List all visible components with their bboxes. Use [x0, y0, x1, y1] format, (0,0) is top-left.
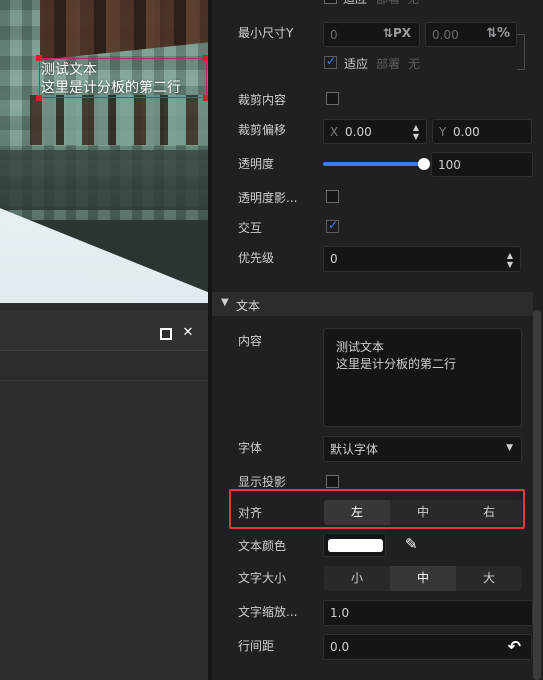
- align-highlight-box: [229, 489, 525, 529]
- opacity-input[interactable]: 100: [431, 152, 533, 177]
- font-select[interactable]: 默认字体 ▼: [323, 436, 522, 462]
- px-unit-icon: ⇅PX: [382, 26, 411, 40]
- scoreboard-text: 测试文本 这里是计分板的第二行: [41, 61, 181, 97]
- priority-input[interactable]: 0 ▲ ▼: [323, 246, 521, 272]
- opacity-affect-label: 透明度影...: [238, 191, 298, 205]
- scene-ground: [0, 150, 208, 210]
- text-size-large-option[interactable]: 大: [456, 566, 522, 591]
- text-size-medium-option[interactable]: 中: [390, 566, 456, 591]
- font-label: 字体: [238, 441, 263, 455]
- collapse-triangle-icon: ▼: [221, 297, 229, 308]
- top-adapt-checkbox[interactable]: [324, 0, 337, 4]
- clip-content-label: 裁剪内容: [238, 93, 287, 107]
- percent-unit-icon: ⇅%: [486, 26, 510, 41]
- shadow-checkbox[interactable]: [326, 475, 339, 488]
- bottom-panel-header: ✕: [0, 311, 208, 351]
- adapt-disabled-label: 部署: [376, 57, 401, 71]
- content-line-1: 测试文本: [336, 340, 385, 354]
- min-size-y-label: 最小尺寸Y: [238, 26, 294, 40]
- reset-arrow-icon[interactable]: ↶: [508, 637, 521, 656]
- scoreboard-line-1: 测试文本: [41, 62, 97, 78]
- adapt-label: 适应: [344, 57, 369, 71]
- dropdown-arrow-icon: ▼: [506, 443, 513, 453]
- opacity-affect-checkbox[interactable]: [326, 190, 339, 203]
- adapt-checkbox[interactable]: [324, 54, 337, 69]
- scene-mid-blocks: [30, 95, 208, 145]
- text-scale-input[interactable]: 1.0: [323, 600, 533, 626]
- min-size-y-px-input[interactable]: 0 ⇅PX: [323, 22, 420, 47]
- clip-offset-label: 裁剪偏移: [238, 123, 287, 137]
- opacity-slider-fill: [323, 162, 424, 166]
- text-size-small-option[interactable]: 小: [324, 566, 390, 591]
- content-line-2: 这里是计分板的第二行: [336, 357, 457, 371]
- min-size-y-percent-input[interactable]: 0.00 ⇅%: [425, 22, 517, 47]
- inspector-scrollbar[interactable]: [533, 310, 541, 680]
- close-icon[interactable]: ✕: [181, 326, 195, 340]
- clip-offset-y-input[interactable]: Y 0.00: [432, 119, 532, 144]
- line-spacing-label: 行间距: [238, 639, 275, 653]
- text-size-segmented-control[interactable]: 小 中 大: [324, 566, 522, 591]
- clip-offset-x-input[interactable]: X 0.00 ▲ ▼: [323, 119, 427, 144]
- opacity-slider[interactable]: [323, 158, 430, 170]
- scoreboard-line-2: 这里是计分板的第二行: [41, 80, 181, 96]
- interact-label: 交互: [238, 221, 263, 235]
- eyedropper-icon[interactable]: ✎: [405, 535, 418, 553]
- bottom-panel-toolbar: [0, 351, 208, 381]
- text-color-swatch[interactable]: [323, 533, 386, 557]
- text-size-label: 文字大小: [238, 571, 287, 585]
- text-section-title: 文本: [236, 299, 261, 313]
- clip-content-checkbox[interactable]: [326, 92, 339, 105]
- interact-checkbox[interactable]: [326, 218, 339, 233]
- top-disabled-label: 部署: [376, 0, 400, 7]
- bottom-panel: ✕: [0, 303, 208, 680]
- shadow-label: 显示投影: [238, 475, 287, 489]
- opacity-slider-knob[interactable]: [417, 158, 430, 170]
- maximize-icon[interactable]: [158, 326, 172, 340]
- text-section-header[interactable]: ▼ 文本: [212, 292, 533, 316]
- adapt-disabled-value: 无: [408, 57, 421, 71]
- content-label: 内容: [238, 334, 263, 348]
- spinner-icon[interactable]: ▲ ▼: [412, 123, 420, 141]
- priority-label: 优先级: [238, 251, 275, 265]
- text-scale-label: 文字缩放...: [238, 605, 298, 619]
- opacity-label: 透明度: [238, 157, 275, 171]
- content-textarea[interactable]: 测试文本 这里是计分板的第二行: [323, 328, 522, 427]
- scene-viewport[interactable]: [0, 0, 208, 303]
- line-spacing-input[interactable]: 0.0 ↶: [323, 634, 532, 660]
- text-color-label: 文本颜色: [238, 539, 287, 553]
- top-adapt-label: 适应: [343, 0, 367, 7]
- top-disabled-value: 无: [407, 0, 419, 7]
- text-color-fill: [328, 539, 383, 552]
- spinner-icon[interactable]: ▲ ▼: [506, 251, 514, 269]
- bracket-line: [517, 34, 525, 70]
